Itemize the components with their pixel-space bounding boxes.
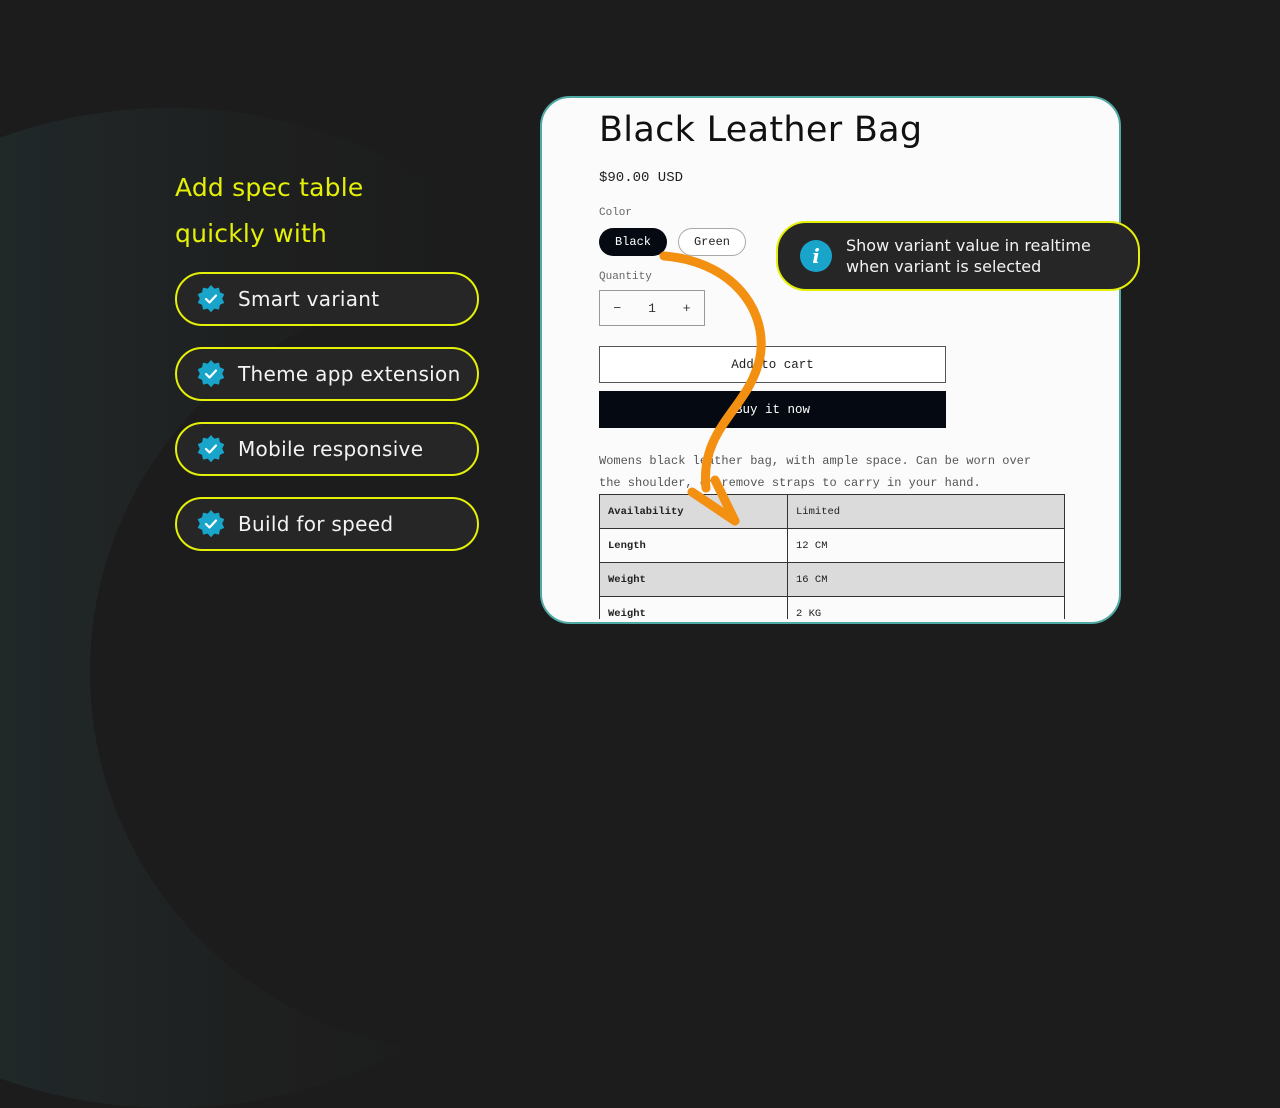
product-description: Womens black leather bag, with ample spa… [599, 450, 1079, 494]
feature-label: Build for speed [238, 512, 394, 536]
description-line: Womens black leather bag, with ample spa… [599, 454, 1032, 468]
verified-badge-icon [196, 359, 226, 389]
feature-pill: Theme app extension [175, 347, 479, 401]
description-line: the shoulder, or remove straps to carry … [599, 476, 981, 490]
tooltip-line: Show variant value in realtime [846, 236, 1091, 255]
table-row: Weight 16 CM [599, 562, 1065, 597]
variant-green-button[interactable]: Green [678, 228, 746, 256]
spec-value: 12 CM [787, 528, 1065, 563]
spec-key: Availability [599, 494, 788, 529]
table-row: Availability Limited [599, 494, 1065, 529]
verified-badge-icon [196, 434, 226, 464]
tooltip-line: when variant is selected [846, 257, 1042, 276]
spec-key: Weight [599, 562, 788, 597]
variant-tooltip: i Show variant value in realtime when va… [776, 221, 1140, 291]
spec-value: 2 KG [787, 596, 1065, 619]
feature-pill: Build for speed [175, 497, 479, 551]
quantity-value[interactable]: 1 [635, 301, 670, 316]
quantity-label: Quantity [599, 271, 652, 283]
spec-value: Limited [787, 494, 1065, 529]
spec-key: Length [599, 528, 788, 563]
table-row: Weight 2 KG [599, 596, 1065, 619]
feature-pill: Smart variant [175, 272, 479, 326]
feature-label: Mobile responsive [238, 437, 424, 461]
variant-black-button[interactable]: Black [599, 228, 667, 256]
quantity-stepper: − 1 + [599, 290, 705, 326]
add-to-cart-button[interactable]: Add to cart [599, 346, 946, 383]
buy-now-button[interactable]: Buy it now [599, 391, 946, 428]
product-preview-card: Black Leather Bag $90.00 USD Color Black… [540, 96, 1121, 624]
table-row: Length 12 CM [599, 528, 1065, 563]
feature-label: Theme app extension [238, 362, 461, 386]
headline-line-2: quickly with [175, 219, 328, 248]
verified-badge-icon [196, 509, 226, 539]
product-price: $90.00 USD [599, 170, 684, 186]
spec-table: Availability Limited Length 12 CM Weight… [599, 494, 1065, 619]
spec-value: 16 CM [787, 562, 1065, 597]
promo-headline: Add spec table quickly with [175, 165, 363, 257]
verified-badge-icon [196, 284, 226, 314]
increment-button[interactable]: + [669, 301, 704, 316]
decrement-button[interactable]: − [600, 301, 635, 316]
tooltip-text: Show variant value in realtime when vari… [846, 235, 1091, 277]
color-label: Color [599, 207, 633, 219]
feature-pill: Mobile responsive [175, 422, 479, 476]
info-icon: i [800, 240, 832, 272]
product-title: Black Leather Bag [599, 110, 923, 150]
spec-key: Weight [599, 596, 788, 619]
headline-line-1: Add spec table [175, 173, 364, 202]
feature-label: Smart variant [238, 287, 380, 311]
